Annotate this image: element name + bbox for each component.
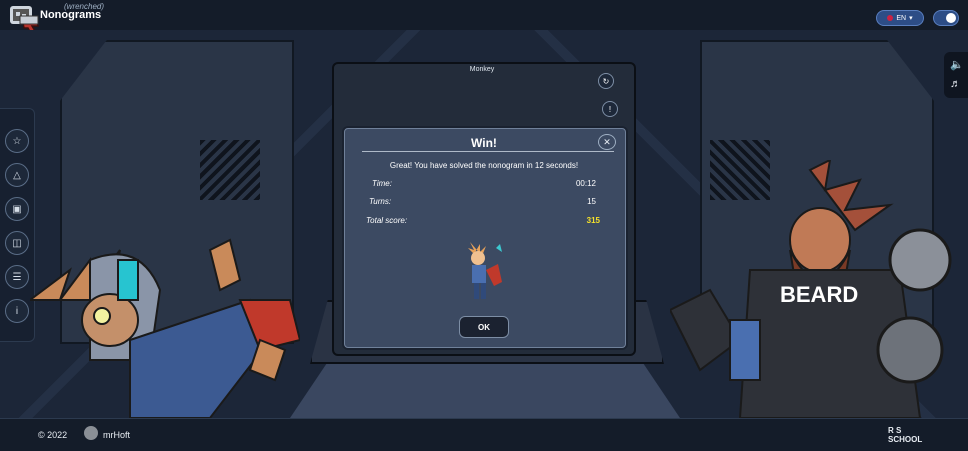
star-icon: ☆	[12, 135, 22, 147]
author-avatar[interactable]	[84, 426, 98, 440]
svg-text:R S: R S	[888, 426, 902, 435]
top-bar	[0, 0, 968, 31]
dialog-title: Win!	[471, 136, 497, 150]
win-message: Great! You have solved the nonogram in 1…	[389, 161, 579, 170]
turns-label: Turns:	[369, 197, 392, 206]
load-icon: ◫	[12, 237, 22, 249]
total-score-label: Total score:	[366, 216, 408, 225]
sound-controls: 🔈 ♬	[944, 52, 968, 98]
puzzle-title: Monkey	[469, 66, 495, 73]
language-select[interactable]: EN ▾	[876, 10, 924, 26]
restart-button[interactable]: ↻	[598, 73, 614, 89]
save-button[interactable]: ▣	[5, 197, 29, 221]
music-off-icon[interactable]: ♬	[950, 78, 961, 90]
close-button[interactable]: ✕	[598, 134, 616, 150]
flag-icon	[887, 15, 894, 21]
load-button[interactable]: ◫	[5, 231, 29, 255]
hint-button[interactable]: !	[602, 101, 618, 117]
footer	[0, 418, 968, 451]
right-character-image: BEARD	[670, 160, 952, 418]
background-vent-left	[200, 140, 260, 200]
background-floor	[290, 360, 680, 418]
save-icon: ▣	[12, 203, 22, 215]
chevron-down-icon: ▾	[909, 15, 913, 22]
time-label: Time:	[372, 179, 392, 188]
winner-character-image	[468, 242, 502, 299]
favorites-button[interactable]: ☆	[5, 129, 29, 153]
language-label: EN	[896, 14, 907, 22]
close-icon: ✕	[603, 136, 611, 147]
info-button[interactable]: i	[5, 299, 29, 323]
ok-button[interactable]: OK	[459, 316, 509, 338]
volume-icon[interactable]: 🔈	[950, 58, 964, 71]
info-icon: i	[15, 305, 19, 317]
svg-text:SCHOOL: SCHOOL	[888, 435, 922, 443]
left-character-image	[30, 238, 300, 418]
author-link[interactable]: mrHoft	[103, 430, 130, 440]
beard-shirt-text: BEARD	[780, 282, 858, 307]
shapes-button[interactable]: △	[5, 163, 29, 187]
list-button[interactable]: ☰	[5, 265, 29, 289]
school-logo[interactable]: R S SCHOOL	[888, 425, 932, 445]
list-icon: ☰	[12, 271, 22, 283]
app-subtitle: (wrenched)	[64, 2, 105, 11]
hint-icon: !	[608, 104, 612, 114]
time-value: 00:12	[575, 179, 596, 188]
turns-value: 15	[587, 197, 596, 206]
copyright-text: © 2022	[38, 430, 68, 440]
shapes-icon: △	[13, 169, 21, 181]
theme-toggle[interactable]	[933, 10, 959, 26]
restart-icon: ↻	[602, 76, 610, 86]
total-score-value: 315	[586, 216, 600, 225]
dialog-divider	[362, 151, 614, 152]
